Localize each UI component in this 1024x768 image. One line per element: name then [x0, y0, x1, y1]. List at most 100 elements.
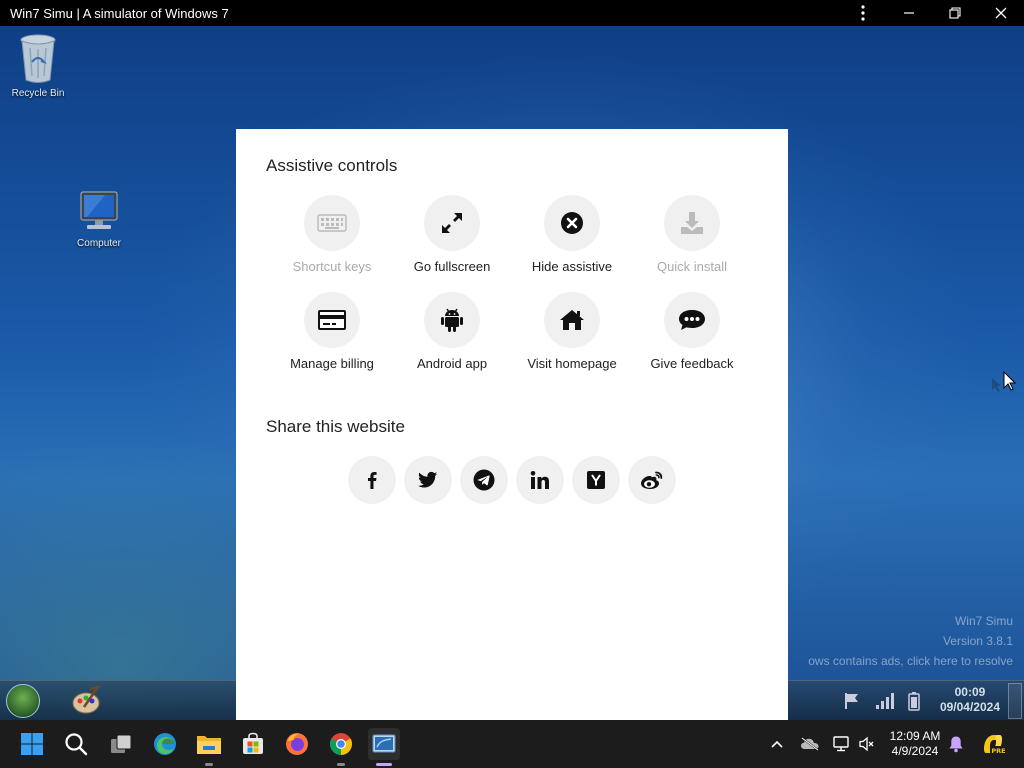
facebook-icon — [368, 472, 377, 489]
more-options-button[interactable] — [840, 0, 886, 26]
visit-homepage-label: Visit homepage — [527, 356, 617, 371]
chevron-up-icon — [771, 740, 783, 748]
app-title-bar: Win7 Simu | A simulator of Windows 7 — [0, 0, 1024, 26]
show-hidden-icons-button[interactable] — [767, 734, 787, 754]
kebab-menu-icon — [861, 5, 865, 21]
home-icon — [560, 310, 584, 330]
clock-time: 12:09 AM — [889, 729, 941, 743]
watermark-ads-link[interactable]: ows contains ads, click here to resolve — [808, 654, 1013, 668]
watermark-product: Win7 Simu — [954, 614, 1013, 628]
computer-shortcut[interactable]: Computer — [63, 190, 135, 249]
close-button[interactable] — [978, 0, 1024, 26]
watermark-version: Version 3.8.1 — [942, 634, 1013, 648]
android-app-button[interactable]: Android app — [392, 292, 512, 371]
firefox-taskbar-button[interactable] — [281, 728, 313, 760]
start-button[interactable] — [16, 728, 48, 760]
share-weibo-button[interactable] — [628, 456, 676, 504]
visit-homepage-button[interactable]: Visit homepage — [512, 292, 632, 371]
minimize-icon — [904, 12, 914, 14]
windows-logo-icon — [21, 733, 43, 755]
minimize-button[interactable] — [886, 0, 932, 26]
share-facebook-button[interactable] — [348, 456, 396, 504]
store-bag-icon — [243, 732, 263, 754]
win7-clock[interactable]: 00:09 09/04/2024 — [940, 685, 1000, 715]
ycombinator-icon — [587, 471, 605, 489]
win7-date: 09/04/2024 — [939, 700, 1000, 714]
quick-install-button[interactable]: Quick install — [632, 195, 752, 274]
cloud-offline-icon — [801, 737, 819, 751]
recycle-bin-icon — [20, 34, 56, 83]
task-view-button[interactable] — [105, 728, 137, 760]
close-circle-icon — [561, 212, 583, 234]
file-explorer-taskbar-button[interactable] — [193, 728, 225, 766]
show-desktop-button[interactable] — [1008, 683, 1022, 719]
win7-simu-taskbar-button[interactable] — [368, 728, 400, 766]
host-taskbar: 12:09 AM 4/9/2024 PRE — [0, 720, 1024, 768]
recycle-bin-shortcut[interactable]: Recycle Bin — [2, 32, 74, 99]
copilot-pre-icon: PRE — [984, 735, 1006, 755]
shortcut-keys-button[interactable]: Shortcut keys — [272, 195, 392, 274]
expand-icon — [442, 213, 462, 233]
credit-card-icon — [318, 310, 346, 330]
network-tray-button[interactable] — [832, 734, 852, 754]
android-app-label: Android app — [416, 356, 488, 371]
share-buttons-row — [348, 456, 676, 504]
computer-label: Computer — [77, 238, 121, 249]
share-hacker-news-button[interactable] — [572, 456, 620, 504]
speaker-muted-icon — [859, 736, 874, 752]
go-fullscreen-label: Go fullscreen — [413, 259, 491, 274]
edge-taskbar-button[interactable] — [149, 728, 181, 760]
notifications-button[interactable] — [946, 734, 966, 754]
close-icon — [995, 7, 1007, 19]
win7-time: 00:09 — [954, 685, 986, 699]
share-telegram-button[interactable] — [460, 456, 508, 504]
action-center-flag-icon[interactable] — [842, 691, 862, 711]
hide-assistive-button[interactable]: Hide assistive — [512, 195, 632, 274]
system-clock[interactable]: 12:09 AM 4/9/2024 — [882, 729, 948, 759]
chat-icon — [679, 310, 705, 330]
assistive-controls-heading: Assistive controls — [266, 156, 398, 175]
share-twitter-button[interactable] — [404, 456, 452, 504]
download-icon — [681, 212, 703, 234]
telegram-icon — [473, 469, 495, 491]
share-linkedin-button[interactable] — [516, 456, 564, 504]
onedrive-tray-button[interactable] — [800, 734, 820, 754]
twitter-icon — [418, 471, 438, 488]
task-view-icon — [111, 734, 132, 753]
pre-badge-text: PRE — [991, 747, 1005, 755]
network-signal-icon[interactable] — [874, 691, 894, 711]
restore-button[interactable] — [932, 0, 978, 26]
hide-assistive-label: Hide assistive — [531, 259, 613, 274]
ethernet-icon — [833, 736, 849, 752]
linkedin-icon — [530, 471, 549, 489]
manage-billing-button[interactable]: Manage billing — [272, 292, 392, 371]
paint-taskbar-button[interactable] — [70, 684, 102, 717]
running-indicator — [205, 763, 213, 766]
assistive-controls-dialog: Assistive controls Shortcut keys Go full… — [236, 129, 788, 720]
keyboard-icon — [317, 214, 347, 232]
volume-tray-button[interactable] — [857, 734, 877, 754]
recycle-bin-label: Recycle Bin — [11, 88, 65, 99]
chrome-taskbar-button[interactable] — [325, 728, 357, 766]
android-icon — [441, 308, 463, 332]
restore-icon — [949, 7, 961, 19]
manage-billing-label: Manage billing — [290, 356, 374, 371]
give-feedback-button[interactable]: Give feedback — [632, 292, 752, 371]
weibo-icon — [641, 471, 663, 489]
running-indicator — [337, 763, 345, 766]
chrome-icon — [330, 733, 352, 755]
win7-start-orb[interactable] — [6, 684, 40, 718]
search-icon — [65, 733, 88, 756]
copilot-pre-button[interactable]: PRE — [980, 731, 1006, 757]
computer-icon — [80, 191, 118, 229]
active-window-indicator — [376, 763, 392, 766]
shortcut-keys-label: Shortcut keys — [292, 259, 372, 274]
store-taskbar-button[interactable] — [237, 728, 269, 760]
quick-install-label: Quick install — [656, 259, 728, 274]
search-button[interactable] — [60, 728, 92, 760]
folder-icon — [197, 736, 221, 754]
battery-icon[interactable] — [904, 691, 924, 711]
window-title: Win7 Simu | A simulator of Windows 7 — [10, 5, 229, 21]
give-feedback-label: Give feedback — [650, 356, 734, 371]
go-fullscreen-button[interactable]: Go fullscreen — [392, 195, 512, 274]
